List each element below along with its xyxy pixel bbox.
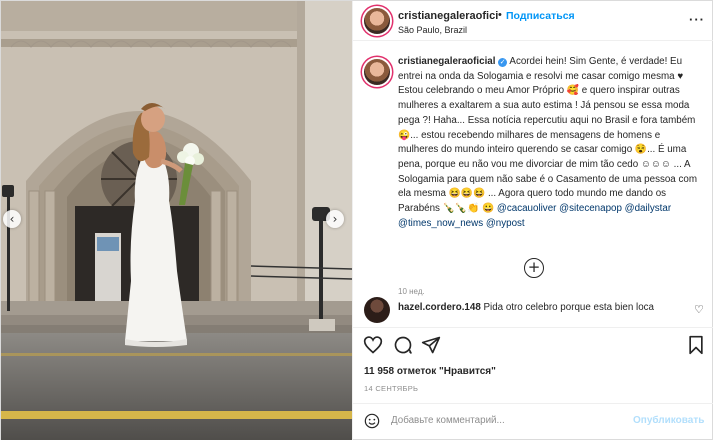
caption-username[interactable]: cristianegaleraoficial <box>398 56 495 67</box>
action-bar: 11 958 отметок "Нравится" 14 СЕНТЯБРЬ Оп… <box>353 327 713 437</box>
instagram-post: ‹ › cristianegaleraofici • Подписаться S… <box>0 0 713 440</box>
add-comment-bar: Опубликовать <box>353 403 713 436</box>
emoji-icon[interactable] <box>364 413 380 432</box>
mention-tag[interactable]: @dailystar <box>625 203 671 214</box>
more-icon[interactable]: ··· <box>689 12 705 27</box>
comment-item: hazel.cordero.148 Pida otro celebro porq… <box>353 297 713 325</box>
plus-circle-icon[interactable]: + <box>524 258 544 278</box>
verified-icon: ✓ <box>498 58 508 67</box>
post-photo[interactable]: ‹ › <box>1 1 352 440</box>
mention-tag[interactable]: @nypost <box>486 218 525 229</box>
caption-time: 10 нед. <box>398 287 425 296</box>
mention-tag[interactable]: @times_now_news <box>398 218 483 229</box>
post-sidebar: cristianegaleraofici • Подписаться São P… <box>352 1 713 440</box>
commenter-username[interactable]: hazel.cordero.148 <box>398 302 481 313</box>
post-date: 14 СЕНТЯБРЬ <box>364 384 419 393</box>
caption-avatar[interactable] <box>364 59 390 85</box>
location-link[interactable]: São Paulo, Brazil <box>398 25 467 35</box>
caption-text: cristianegaleraoficial ✓ Acordei hein! S… <box>398 55 698 231</box>
author-avatar[interactable] <box>364 8 390 34</box>
author-username[interactable]: cristianegaleraofici <box>398 10 498 22</box>
comment-like-icon[interactable]: ♡ <box>694 303 704 316</box>
chevron-right-icon: › <box>332 212 338 226</box>
previous-photo-button[interactable]: ‹ <box>3 210 21 228</box>
comment-body: Pida otro celebro porque esta bien loca <box>483 302 654 313</box>
share-icon[interactable] <box>421 335 441 358</box>
comment-input[interactable] <box>391 410 621 430</box>
post-header: cristianegaleraofici • Подписаться São P… <box>353 1 713 41</box>
likes-count[interactable]: 11 958 отметок "Нравится" <box>364 366 496 377</box>
commenter-avatar[interactable] <box>364 297 390 323</box>
next-photo-button[interactable]: › <box>326 210 344 228</box>
comment-text: hazel.cordero.148 Pida otro celebro porq… <box>398 302 654 313</box>
mention-tag[interactable]: @sitecenapop <box>559 203 622 214</box>
chevron-left-icon: ‹ <box>9 212 15 226</box>
publish-button[interactable]: Опубликовать <box>633 415 704 426</box>
church-wedding-photo <box>1 1 352 440</box>
caption-body: Acordei hein! Sim Gente, é verdade! Eu e… <box>398 56 697 215</box>
bookmark-icon[interactable] <box>686 335 706 358</box>
heart-icon[interactable] <box>363 335 383 358</box>
follow-button[interactable]: Подписаться <box>506 10 575 22</box>
mention-tag[interactable]: @cacauoliver <box>497 203 557 214</box>
comment-icon[interactable] <box>393 335 413 358</box>
separator-dot: • <box>498 9 502 21</box>
